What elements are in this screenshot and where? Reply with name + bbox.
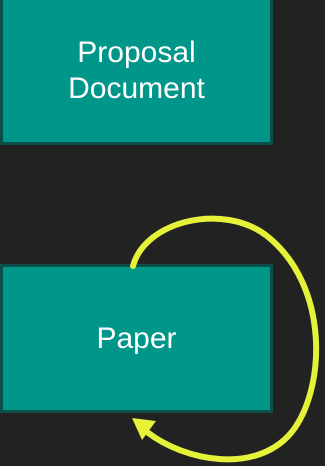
proposal-document-label: Proposal Document (68, 35, 205, 105)
paper-label: Paper (96, 321, 177, 355)
paper-node: Paper (0, 264, 273, 413)
arrowhead-icon (132, 418, 156, 440)
proposal-document-node: Proposal Document (0, 0, 273, 145)
